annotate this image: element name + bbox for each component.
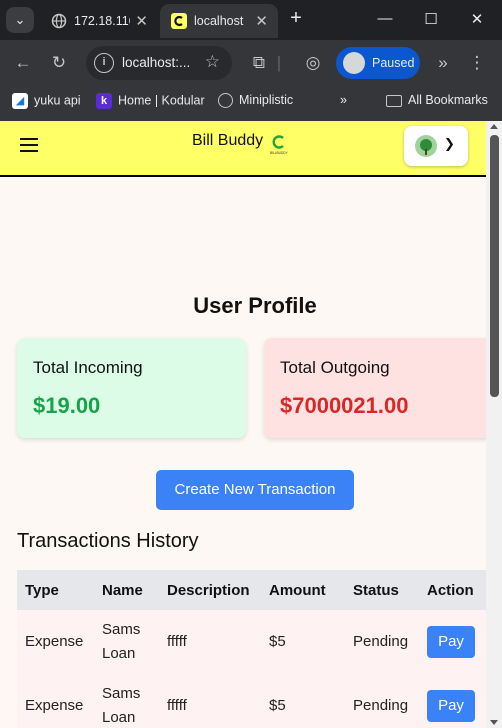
back-icon[interactable]: ← [12, 52, 34, 74]
cell-status: Pending [353, 697, 409, 714]
all-bookmarks-label: All Bookmarks [408, 93, 488, 107]
reload-icon[interactable]: ↻ [48, 52, 70, 74]
header-action: Action [427, 582, 474, 599]
outgoing-label: Total Outgoing [280, 358, 390, 377]
header-status: Status [353, 582, 399, 599]
globe-icon [218, 93, 233, 109]
performance-icon[interactable]: ◎ [302, 52, 324, 74]
profile-status: Paused [372, 56, 415, 70]
site-favicon-icon [171, 13, 187, 29]
user-menu-button[interactable]: ❯ [404, 126, 468, 166]
incoming-label: Total Incoming [33, 358, 143, 377]
cell-description: fffff [167, 697, 187, 714]
cell-name-line2: Loan [102, 645, 136, 662]
bookmark-item[interactable]: ◢ yuku api [12, 93, 81, 113]
header-amount: Amount [269, 582, 326, 599]
site-info-icon[interactable]: i [94, 53, 114, 73]
tab-search-icon[interactable]: ⌄ [6, 7, 34, 33]
cell-name-line1: Sams [102, 621, 141, 638]
cell-name-line2: Loan [102, 709, 136, 726]
bookmark-label: Miniplistic [239, 93, 294, 107]
incoming-value: $19.00 [33, 393, 101, 418]
tab-active[interactable]: localhost ✕ [160, 4, 278, 38]
tab-title: 172.18.116 [74, 14, 130, 28]
profile-button[interactable]: Paused [336, 47, 420, 79]
scroll-down-icon[interactable] [490, 720, 498, 725]
bookmark-label: yuku api [34, 93, 81, 108]
close-icon[interactable]: ✕ [255, 12, 268, 30]
bookmarks-overflow-icon[interactable]: » [340, 93, 347, 113]
table-header: Type Name Description Amount Status Acti… [17, 570, 486, 610]
header-name: Name [102, 582, 143, 599]
cell-status: Pending [353, 633, 409, 650]
brand-name: Bill Buddy [192, 132, 264, 149]
scroll-up-icon[interactable] [490, 124, 498, 129]
table-row: Expense Sams Loan fffff $5 Pending Pay [17, 610, 486, 674]
total-outgoing-card: Total Outgoing $7000021.00 [264, 338, 486, 438]
history-title: Transactions History [17, 530, 199, 552]
new-tab-icon[interactable]: + [285, 8, 307, 30]
total-incoming-card: Total Incoming $19.00 [17, 338, 246, 438]
tab-strip: ⌄ 172.18.116 ✕ localhost ✕ + — ☐ ✕ [0, 0, 502, 40]
bookmarks-bar: ◢ yuku api k Home | Kodular Miniplistic » … [0, 86, 502, 121]
profile-avatar [343, 52, 365, 74]
app-navbar: Bill Buddy BILLBUDDY ❯ [0, 121, 486, 177]
cell-amount: $5 [269, 633, 286, 650]
bookmark-label: Home | Kodular [118, 93, 205, 108]
user-avatar [415, 135, 437, 157]
cell-name-line1: Sams [102, 685, 141, 702]
cell-type: Expense [25, 697, 84, 714]
bookmark-item[interactable]: k Home | Kodular [96, 93, 205, 113]
minimize-icon[interactable]: — [372, 10, 398, 27]
header-description: Description [167, 582, 250, 599]
hamburger-menu-icon[interactable] [20, 138, 38, 152]
cell-type: Expense [25, 633, 84, 650]
page-title: User Profile [193, 293, 317, 318]
browser-chrome: ⌄ 172.18.116 ✕ localhost ✕ + — ☐ ✕ ← ↻ i… [0, 0, 502, 121]
bookmark-favicon-icon: ◢ [12, 93, 28, 109]
pay-button[interactable]: Pay [427, 626, 475, 658]
globe-icon [51, 13, 67, 29]
menu-kebab-icon[interactable]: ⋮ [466, 52, 488, 74]
kodular-icon: k [96, 93, 112, 109]
brand-logo-text: BILLBUDDY [270, 151, 289, 155]
url-text: localhost:... [122, 55, 191, 70]
create-transaction-button[interactable]: Create New Transaction [156, 470, 354, 510]
bookmark-item[interactable]: Miniplistic [218, 93, 293, 113]
all-bookmarks[interactable]: All Bookmarks [386, 93, 488, 113]
address-bar[interactable]: i localhost:... ☆ [86, 46, 232, 80]
page-viewport: Bill Buddy BILLBUDDY ❯ User Profile Tota… [0, 121, 486, 728]
bookmark-star-icon[interactable]: ☆ [205, 52, 220, 72]
toolbar-divider: | [276, 53, 282, 72]
tab-title: localhost [194, 14, 244, 28]
header-type: Type [25, 582, 59, 599]
page-scrollbar[interactable] [486, 121, 502, 728]
brand-logo-icon: BILLBUDDY [270, 135, 289, 155]
browser-toolbar: ← ↻ i localhost:... ☆ ⧉ | ◎ Paused » ⋮ [0, 40, 502, 86]
chevron-right-icon[interactable]: » [432, 52, 454, 74]
table-row: Expense Sams Loan fffff $5 Pending Pay [17, 674, 486, 728]
close-icon[interactable]: ✕ [135, 12, 148, 30]
maximize-icon[interactable]: ☐ [418, 10, 444, 28]
chevron-down-icon: ❯ [444, 136, 455, 151]
pay-button[interactable]: Pay [427, 690, 475, 722]
window-close-icon[interactable]: ✕ [464, 10, 490, 28]
tab-inactive[interactable]: 172.18.116 ✕ [40, 4, 158, 38]
cell-amount: $5 [269, 697, 286, 714]
scrollbar-thumb[interactable] [490, 135, 499, 397]
folder-icon [386, 94, 402, 107]
cell-description: fffff [167, 633, 187, 650]
outgoing-value: $7000021.00 [280, 393, 409, 418]
extensions-icon[interactable]: ⧉ [248, 52, 270, 74]
